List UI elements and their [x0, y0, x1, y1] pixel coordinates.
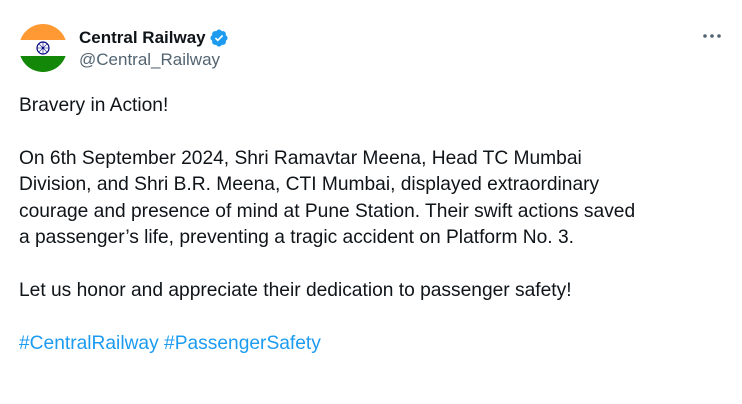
author-name-row: Central Railway: [79, 27, 229, 49]
author-display-name[interactable]: Central Railway: [79, 28, 206, 48]
author-handle[interactable]: @Central_Railway: [79, 50, 229, 70]
tweet-header: Central Railway @Central_Railway: [19, 23, 229, 73]
tweet-text-line: Bravery in Action!: [19, 95, 169, 116]
avatar[interactable]: [19, 24, 67, 72]
tweet-text-line: Division, and Shri B.R. Meena, CTI Mumba…: [19, 174, 600, 196]
hashtag-link[interactable]: #CentralRailway: [19, 333, 159, 354]
tweet-text-line: Let us honor and appreciate their dedica…: [19, 279, 572, 301]
tweet-text: Bravery in Action! On 6th September 2024…: [19, 93, 729, 357]
tweet-text-line: courage and presence of mind at Pune Sta…: [19, 200, 636, 222]
verified-badge-icon[interactable]: [209, 28, 229, 48]
more-options-icon: [703, 34, 721, 38]
tweet-text-line: a passenger’s life, preventing a tragic …: [19, 227, 574, 249]
tweet-card[interactable]: Central Railway @Central_Railway Bravery…: [0, 0, 742, 404]
author-identity: Central Railway @Central_Railway: [79, 27, 229, 70]
indian-flag-avatar-icon: [19, 24, 67, 72]
hashtag-link[interactable]: #PassengerSafety: [164, 333, 321, 354]
tweet-text-line: On 6th September 2024, Shri Ramavtar Mee…: [19, 147, 582, 169]
hashtags-line: #CentralRailway #PassengerSafety: [19, 331, 729, 357]
more-options-button[interactable]: [698, 26, 726, 46]
